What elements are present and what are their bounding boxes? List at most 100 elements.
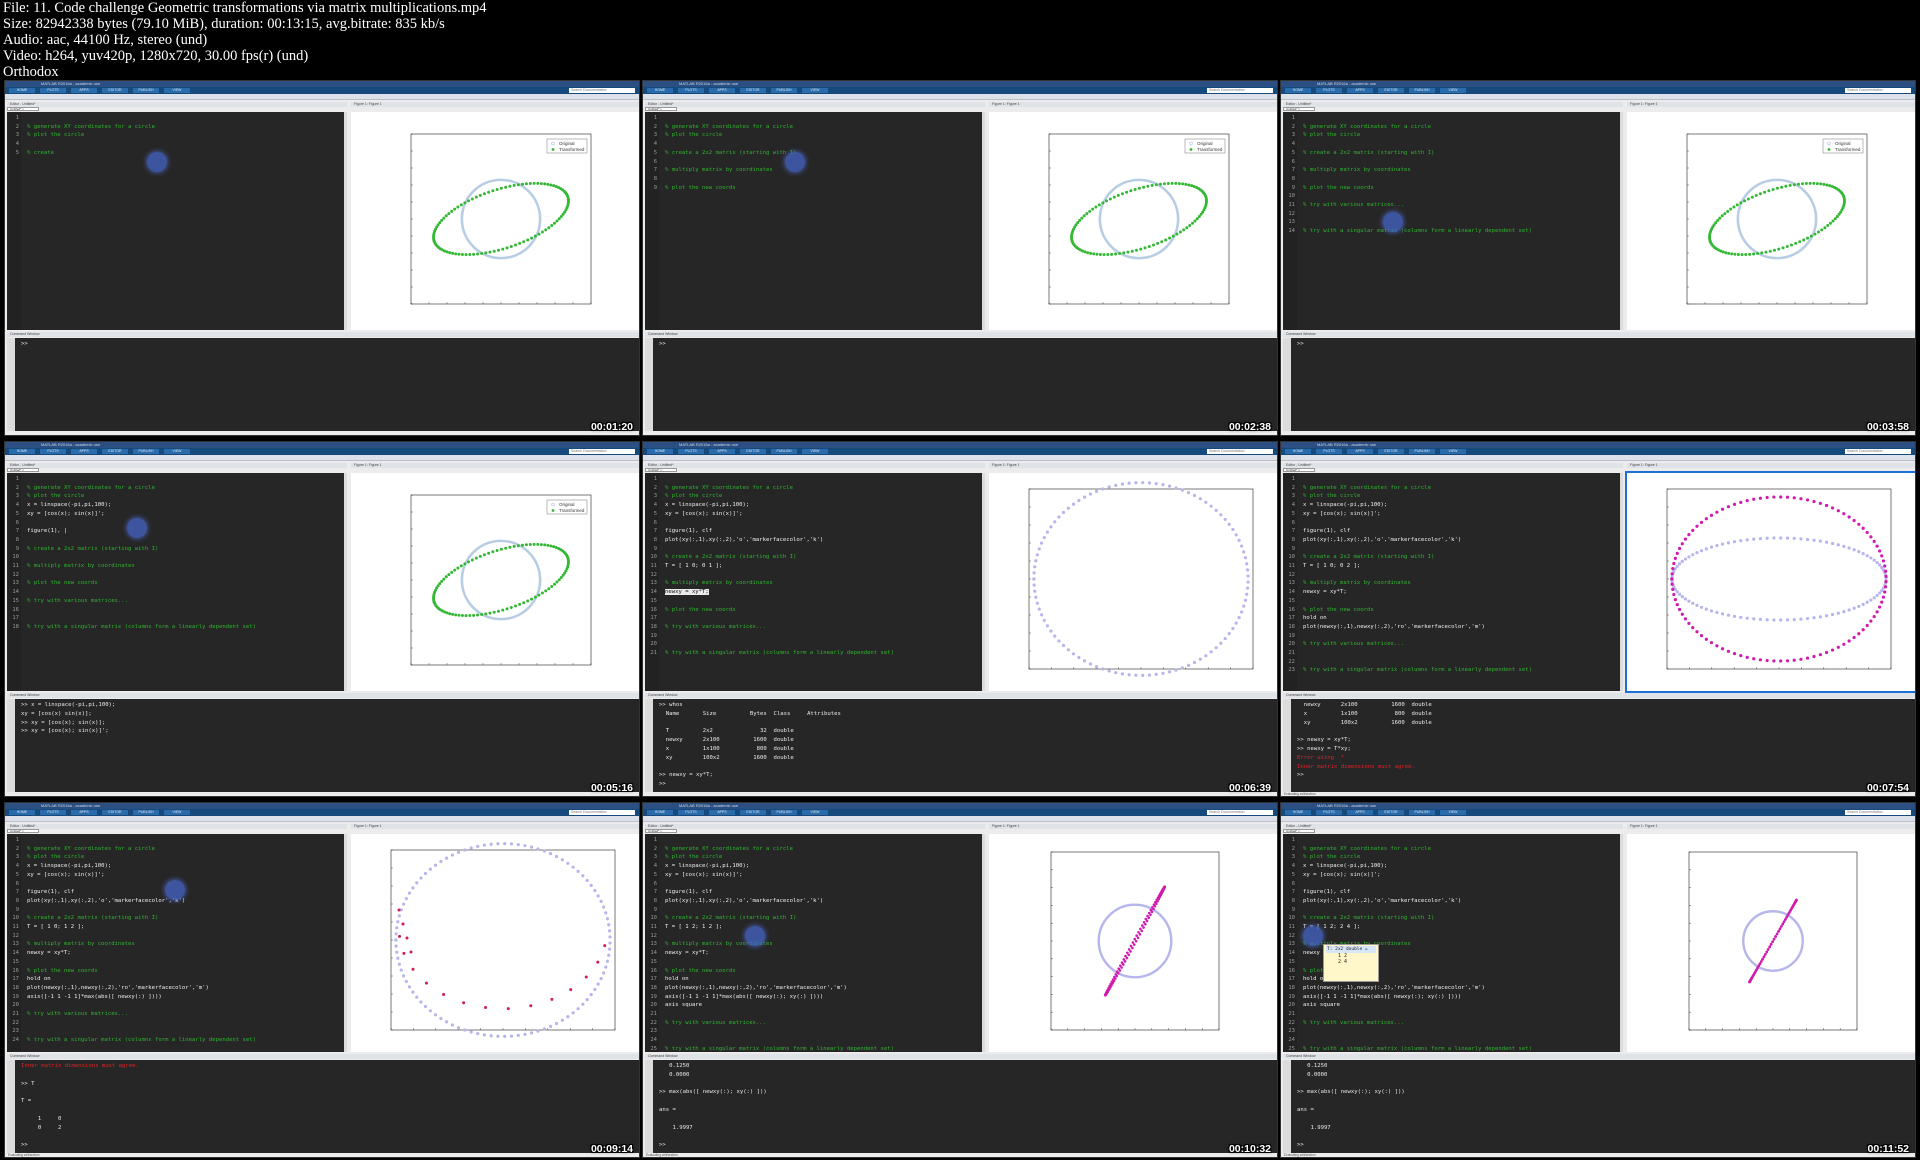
figure-window[interactable] [351, 834, 639, 1052]
editor-tab[interactable]: Untitled* × [7, 107, 39, 111]
editor-tab[interactable]: Untitled* × [7, 468, 39, 472]
command-window[interactable]: >> whos Name Size Bytes Class Attributes… [645, 699, 1277, 793]
original-point [1088, 662, 1093, 666]
search-documentation-input[interactable]: Search Documentation [569, 88, 635, 93]
code-editor[interactable]: 1 2% generate XY coordinates for a circle… [7, 473, 347, 691]
ribbon-tab[interactable]: EDITOR [102, 810, 128, 815]
ribbon-tab[interactable]: HOME [9, 449, 35, 454]
ribbon-tab[interactable]: APPS [1347, 449, 1373, 454]
ribbon-tab[interactable]: PUBLISH [1409, 810, 1435, 815]
command-window[interactable]: Inner matrix dimensions must agree. >> T T… [7, 1060, 639, 1154]
command-window[interactable]: >> x = linspace(-pi,pi,100); xy = [cos(x)… [7, 699, 639, 793]
ribbon-tab[interactable]: PLOTS [678, 810, 704, 815]
ribbon-tab[interactable]: HOME [9, 88, 35, 93]
ribbon-tab[interactable]: PUBLISH [133, 810, 159, 815]
ribbon-tab[interactable]: HOME [9, 810, 35, 815]
ribbon-tab[interactable]: VIEW [802, 449, 828, 454]
command-window[interactable]: >> [1283, 338, 1915, 432]
ribbon-tab[interactable]: PUBLISH [771, 88, 797, 93]
code-editor[interactable]: 1 2% generate XY coordinates for a circle… [7, 834, 347, 1052]
ribbon-tab[interactable]: PUBLISH [771, 810, 797, 815]
ribbon-tab[interactable]: EDITOR [740, 88, 766, 93]
command-window[interactable]: >> [7, 338, 639, 432]
ribbon-tab[interactable]: PLOTS [40, 810, 66, 815]
ribbon-tab[interactable]: PUBLISH [133, 449, 159, 454]
ribbon-tab[interactable]: HOME [1285, 449, 1311, 454]
ribbon-tab[interactable]: VIEW [1440, 88, 1466, 93]
ribbon-tab[interactable]: EDITOR [102, 449, 128, 454]
code-editor[interactable]: 1 2% generate XY coordinates for a circle… [1283, 473, 1623, 691]
command-window[interactable]: >> [645, 338, 1277, 432]
ribbon-tab[interactable]: EDITOR [1378, 449, 1404, 454]
ribbon-tab[interactable]: VIEW [1440, 449, 1466, 454]
code-editor[interactable]: 1 2% generate XY coordinates for a circle… [1283, 112, 1623, 330]
search-documentation-input[interactable]: Search Documentation [1207, 88, 1273, 93]
figure-window[interactable] [989, 473, 1277, 691]
ribbon-tab[interactable]: HOME [1285, 810, 1311, 815]
ribbon-tab[interactable]: PLOTS [40, 88, 66, 93]
ribbon-tab[interactable]: PLOTS [40, 449, 66, 454]
code-editor[interactable]: 1 2% generate XY coordinates for a circle… [645, 112, 985, 330]
figure-window[interactable]: Original Transformed [351, 473, 639, 691]
ribbon-tab[interactable]: HOME [647, 449, 673, 454]
ribbon-tab[interactable]: PLOTS [678, 449, 704, 454]
search-documentation-input[interactable]: Search Documentation [569, 449, 635, 454]
ribbon-tab[interactable]: EDITOR [1378, 810, 1404, 815]
ribbon-tab[interactable]: VIEW [802, 88, 828, 93]
command-window[interactable]: 0.1250 0.0000 >> max(abs([ newxy(:); xy(:… [1283, 1060, 1915, 1154]
ribbon-tab[interactable]: PUBLISH [771, 449, 797, 454]
editor-tab[interactable]: Untitled* × [7, 829, 39, 833]
ribbon-tab[interactable]: PUBLISH [1409, 449, 1435, 454]
ribbon-tab[interactable]: EDITOR [740, 449, 766, 454]
code-editor[interactable]: 1 2% generate XY coordinates for a circle… [1283, 834, 1623, 1052]
ribbon-tab[interactable]: VIEW [802, 810, 828, 815]
ribbon-tab[interactable]: HOME [647, 88, 673, 93]
figure-window[interactable]: Original Transformed [1627, 112, 1915, 330]
figure-window[interactable] [1625, 471, 1915, 693]
editor-tab[interactable]: Untitled* × [645, 107, 677, 111]
ribbon-tab[interactable]: APPS [1347, 810, 1373, 815]
ribbon-tab[interactable]: PLOTS [1316, 449, 1342, 454]
ribbon-tab[interactable]: VIEW [164, 88, 190, 93]
ribbon-tab[interactable]: PUBLISH [133, 88, 159, 93]
figure-window[interactable] [989, 834, 1277, 1052]
search-documentation-input[interactable]: Search Documentation [1845, 88, 1911, 93]
ribbon-tab[interactable]: PLOTS [678, 88, 704, 93]
ribbon-tab[interactable]: EDITOR [740, 810, 766, 815]
editor-tab[interactable]: Untitled* × [1283, 107, 1315, 111]
ribbon-tab[interactable]: PLOTS [1316, 810, 1342, 815]
figure-window[interactable]: Original Transformed [351, 112, 639, 330]
search-documentation-input[interactable]: Search Documentation [1207, 449, 1273, 454]
ribbon-tab[interactable]: HOME [647, 810, 673, 815]
search-documentation-input[interactable]: Search Documentation [1207, 810, 1273, 815]
code-editor[interactable]: 1 2% generate XY coordinates for a circle… [645, 473, 985, 691]
command-window[interactable]: 0.1250 0.0000 >> max(abs([ newxy(:); xy(:… [645, 1060, 1277, 1154]
editor-tab[interactable]: Untitled* × [1283, 468, 1315, 472]
search-documentation-input[interactable]: Search Documentation [1845, 810, 1911, 815]
ribbon-tab[interactable]: VIEW [164, 449, 190, 454]
code-editor[interactable]: 1 2% generate XY coordinates for a circle… [7, 112, 347, 330]
editor-tab[interactable]: Untitled* × [1283, 829, 1315, 833]
ribbon-tab[interactable]: VIEW [1440, 810, 1466, 815]
ribbon-tab[interactable]: PLOTS [1316, 88, 1342, 93]
ribbon-tab[interactable]: APPS [709, 88, 735, 93]
ribbon-tab[interactable]: APPS [71, 449, 97, 454]
ribbon-tab[interactable]: VIEW [164, 810, 190, 815]
ribbon-tab[interactable]: APPS [709, 449, 735, 454]
ribbon-tab[interactable]: PUBLISH [1409, 88, 1435, 93]
figure-window[interactable]: Original Transformed [989, 112, 1277, 330]
ribbon-tab[interactable]: APPS [71, 88, 97, 93]
ribbon-tab[interactable]: HOME [1285, 88, 1311, 93]
editor-tab[interactable]: Untitled* × [645, 829, 677, 833]
editor-tab[interactable]: Untitled* × [645, 468, 677, 472]
code-editor[interactable]: 1 2% generate XY coordinates for a circle… [645, 834, 985, 1052]
ribbon-tab[interactable]: APPS [1347, 88, 1373, 93]
search-documentation-input[interactable]: Search Documentation [1845, 449, 1911, 454]
command-window[interactable]: newxy 2x100 1600 double x 1x100 800 doub… [1283, 699, 1915, 793]
ribbon-tab[interactable]: APPS [709, 810, 735, 815]
ribbon-tab[interactable]: EDITOR [1378, 88, 1404, 93]
ribbon-tab[interactable]: EDITOR [102, 88, 128, 93]
figure-window[interactable] [1627, 834, 1915, 1052]
ribbon-tab[interactable]: APPS [71, 810, 97, 815]
search-documentation-input[interactable]: Search Documentation [569, 810, 635, 815]
